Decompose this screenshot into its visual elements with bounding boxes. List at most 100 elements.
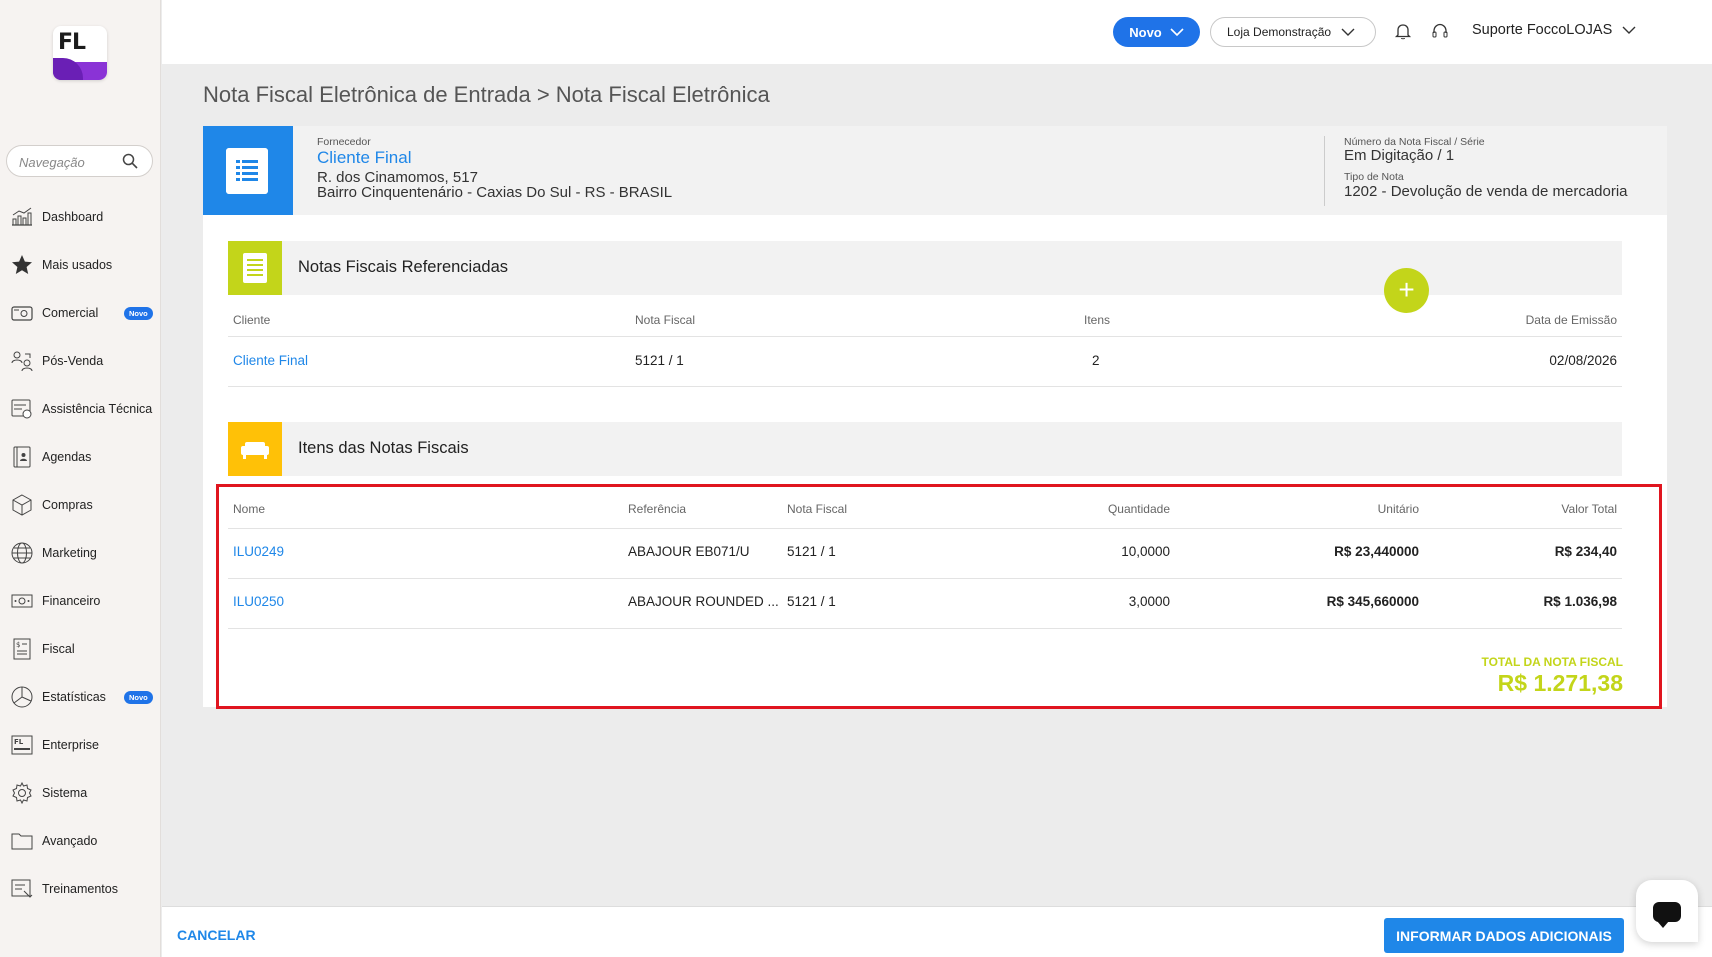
item-quantidade-cell: 10,0000 <box>1121 544 1170 559</box>
invoice-icon <box>226 148 268 194</box>
item-nota-cell: 5121 / 1 <box>787 594 836 609</box>
divider <box>1324 136 1325 206</box>
item-unitario-cell: R$ 23,440000 <box>1334 544 1419 559</box>
novo-button[interactable]: Novo <box>1113 17 1200 47</box>
sidebar-item-label: Enterprise <box>42 738 99 752</box>
pie-chart-icon <box>11 686 33 708</box>
referenced-cliente-link[interactable]: Cliente Final <box>233 353 308 368</box>
nav-list: Dashboard Mais usados Comercial Novo Pós… <box>0 193 161 913</box>
document-list-icon <box>228 241 282 295</box>
tipo-nota-label: Tipo de Nota <box>1344 171 1404 183</box>
sofa-icon <box>228 422 282 476</box>
sidebar-item-label: Pós-Venda <box>42 354 104 368</box>
register-icon <box>11 306 33 321</box>
chat-button[interactable] <box>1636 880 1698 942</box>
headset-icon[interactable] <box>1431 22 1449 40</box>
money-icon <box>11 594 33 608</box>
box-icon <box>12 494 32 516</box>
sidebar-item-fiscal[interactable]: $ Fiscal <box>0 625 161 673</box>
nav-search-input[interactable] <box>19 152 119 172</box>
row-divider <box>228 386 1622 387</box>
column-header-itens: Itens <box>1084 313 1111 327</box>
chat-icon <box>1653 902 1681 928</box>
column-header-cliente: Cliente <box>233 313 271 327</box>
column-header-referencia: Referência <box>628 502 687 516</box>
referenced-itens-cell: 2 <box>1092 353 1100 368</box>
sidebar-item-sistema[interactable]: Sistema <box>0 769 161 817</box>
sidebar-item-label: Fiscal <box>42 642 75 656</box>
fiscal-doc-icon: $ <box>13 638 31 660</box>
referenced-data-cell: 02/08/2026 <box>1549 353 1617 368</box>
search-icon[interactable] <box>122 153 138 169</box>
column-header-nome: Nome <box>233 502 266 516</box>
sidebar-item-financeiro[interactable]: Financeiro <box>0 577 161 625</box>
sidebar-item-label: Treinamentos <box>42 882 118 896</box>
sidebar-item-label: Sistema <box>42 786 88 800</box>
referenced-section-title: Notas Fiscais Referenciadas <box>298 258 509 276</box>
item-name-link[interactable]: ILU0250 <box>233 594 284 609</box>
sidebar-item-avancado[interactable]: Avançado <box>0 817 161 865</box>
training-icon <box>11 879 33 898</box>
sidebar-item-agendas[interactable]: Agendas <box>0 433 161 481</box>
sidebar-item-label: Mais usados <box>42 258 113 272</box>
cancel-button[interactable]: CANCELAR <box>177 927 256 943</box>
items-section-header: Itens das Notas Fiscais <box>228 422 1622 476</box>
row-divider <box>228 628 1622 629</box>
sidebar-item-pos-venda[interactable]: Pós-Venda <box>0 337 161 385</box>
sidebar-item-enterprise[interactable]: FL Enterprise <box>0 721 161 769</box>
dashboard-icon <box>12 207 32 226</box>
column-header-data: Data de Emissão <box>1525 313 1617 327</box>
column-header-nota: Nota Fiscal <box>787 502 848 516</box>
nav-search[interactable] <box>6 145 153 177</box>
sidebar-item-estatisticas[interactable]: Estatísticas Novo <box>0 673 161 721</box>
novo-label: Novo <box>1129 24 1162 40</box>
fornecedor-link[interactable]: Cliente Final <box>317 148 412 168</box>
user-name: Suporte FoccoLOJAS <box>1472 22 1613 38</box>
folder-icon <box>11 833 33 850</box>
document-icon-box <box>203 126 293 215</box>
sidebar-item-mais-usados[interactable]: Mais usados <box>0 241 161 289</box>
address-line-2: Bairro Cinquentenário - Caxias Do Sul - … <box>317 184 673 201</box>
item-name-link[interactable]: ILU0249 <box>233 544 284 559</box>
store-select[interactable]: Loja Demonstração <box>1210 17 1376 47</box>
row-divider <box>228 336 1622 337</box>
column-header-unitario: Unitário <box>1377 502 1419 516</box>
column-header-nota: Nota Fiscal <box>635 313 696 327</box>
row-divider <box>228 528 1622 529</box>
sidebar-item-label: Assistência Técnica <box>42 402 153 416</box>
document-header: Fornecedor Cliente Final R. dos Cinamomo… <box>203 126 1667 215</box>
sidebar-item-marketing[interactable]: Marketing <box>0 529 161 577</box>
item-total-cell: R$ 1.036,98 <box>1543 594 1617 609</box>
chevron-down-icon <box>1341 28 1355 36</box>
user-menu[interactable]: Suporte FoccoLOJAS <box>1472 22 1636 38</box>
chevron-down-icon <box>1622 26 1636 34</box>
item-unitario-cell: R$ 345,660000 <box>1326 594 1419 609</box>
items-section-title: Itens das Notas Fiscais <box>298 439 469 457</box>
item-total-cell: R$ 234,40 <box>1554 544 1617 559</box>
bell-icon[interactable] <box>1394 22 1412 40</box>
page-title: Nota Fiscal Eletrônica de Entrada > Nota… <box>203 82 770 107</box>
sidebar-item-comercial[interactable]: Comercial Novo <box>0 289 161 337</box>
app-logo[interactable]: FL <box>53 26 107 80</box>
additional-info-button[interactable]: INFORMAR DADOS ADICIONAIS <box>1384 918 1624 953</box>
svg-text:$: $ <box>16 641 20 649</box>
item-quantidade-cell: 3,0000 <box>1128 594 1170 609</box>
add-referenced-button[interactable]: + <box>1384 268 1429 313</box>
chevron-down-icon <box>1170 28 1184 37</box>
sidebar-item-treinamentos[interactable]: Treinamentos <box>0 865 161 913</box>
globe-icon <box>11 542 33 564</box>
total-label: TOTAL DA NOTA FISCAL <box>1481 655 1623 669</box>
logo-bar <box>53 58 107 80</box>
invoice-card: Notas Fiscais Referenciadas + Cliente No… <box>203 215 1667 707</box>
fornecedor-label: Fornecedor <box>317 136 371 148</box>
column-header-quantidade: Quantidade <box>1107 502 1170 516</box>
sidebar-item-compras[interactable]: Compras <box>0 481 161 529</box>
total-value: R$ 1.271,38 <box>1497 670 1623 696</box>
sidebar-item-assistencia[interactable]: Assistência Técnica <box>0 385 161 433</box>
star-icon <box>12 255 32 274</box>
sidebar-item-label: Dashboard <box>42 210 104 224</box>
sidebar-item-dashboard[interactable]: Dashboard <box>0 193 161 241</box>
people-icon <box>11 351 33 372</box>
nf-number-value: Em Digitação / 1 <box>1344 147 1455 164</box>
referenced-nota-cell: 5121 / 1 <box>635 353 684 368</box>
